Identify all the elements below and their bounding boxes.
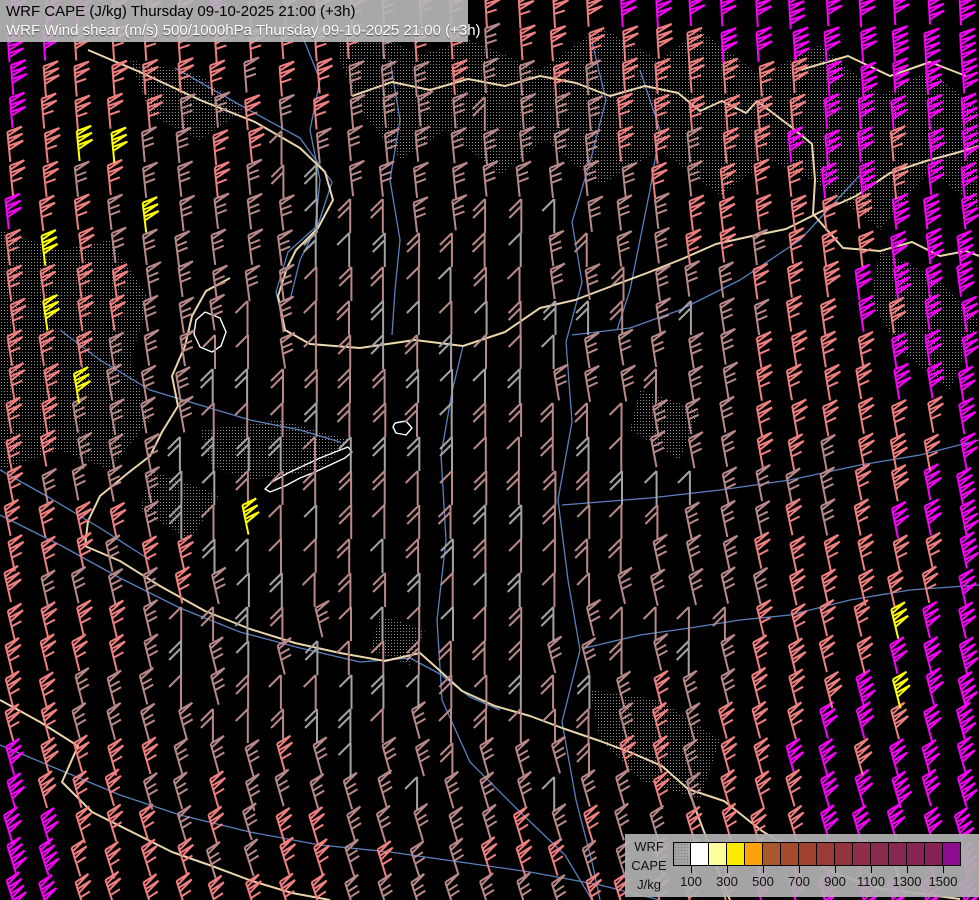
legend-color-cell (709, 842, 727, 866)
colorbar-tick-mark (691, 866, 692, 873)
river-line (0, 514, 501, 711)
cape-legend-box: WRF CAPE J/kg 100 300 500 700 900 1100 1300 150… (625, 834, 979, 897)
legend-color-cell (781, 842, 799, 866)
legend-color-cell (817, 842, 835, 866)
colorbar-tick-mark (907, 866, 908, 873)
terrain-stipple-region (0, 230, 150, 470)
colorbar-tick-label: 100 (680, 874, 702, 889)
colorbar-tick-mark (799, 866, 800, 873)
map-canvas (0, 0, 979, 900)
cape-title-line: WRF CAPE (J/kg) Thursday 09-10-2025 21:0… (6, 3, 356, 20)
country-border-line (0, 699, 331, 900)
wrf-weather-map: WRF CAPE (J/kg) Thursday 09-10-2025 21:0… (0, 0, 979, 900)
legend-color-cell (925, 842, 943, 866)
colorbar-tick-label: 500 (752, 874, 774, 889)
legend-label-cape: CAPE (631, 858, 667, 873)
legend-color-cell (853, 842, 871, 866)
cape-colorbar (673, 842, 961, 866)
country-border-line (277, 267, 464, 349)
legend-label-block: WRF CAPE J/kg (625, 837, 673, 894)
colorbar-tick-label: 700 (788, 874, 810, 889)
legend-color-cell (727, 842, 745, 866)
colorbar-tick-mark (763, 866, 764, 873)
legend-label-unit: J/kg (637, 877, 661, 892)
river-line (571, 174, 861, 336)
legend-color-cell (799, 842, 817, 866)
colorbar-tick-mark (835, 866, 836, 873)
lake-outline (392, 420, 413, 436)
colorbar-tick-label: 1100 (857, 874, 885, 889)
lake-outline (193, 311, 227, 353)
terrain-stipple-region (340, 18, 979, 230)
colorbar-tick-label: 1300 (892, 874, 922, 889)
legend-color-cell (889, 842, 907, 866)
wind-shear-title-line: WRF Wind shear (m/s) 500/1000hPa Thursda… (6, 22, 481, 39)
colorbar-tick-mark (871, 866, 872, 873)
legend-color-cell (673, 842, 691, 866)
legend-color-cell (871, 842, 889, 866)
legend-color-cell (691, 842, 709, 866)
legend-color-cell (835, 842, 853, 866)
legend-color-cell (745, 842, 763, 866)
colorbar-tick-label: 300 (716, 874, 738, 889)
colorbar-tick-label: 900 (824, 874, 846, 889)
colorbar-tick-mark (943, 866, 944, 873)
river-line (584, 584, 979, 649)
legend-color-cell (763, 842, 781, 866)
colorbar-tick-label: 1500 (928, 874, 958, 889)
legend-color-cell (943, 842, 961, 866)
legend-label-wrf: WRF (634, 839, 664, 854)
colorbar-tick-mark (727, 866, 728, 873)
legend-color-cell (907, 842, 925, 866)
forecast-title-box: WRF CAPE (J/kg) Thursday 09-10-2025 21:0… (0, 0, 481, 42)
